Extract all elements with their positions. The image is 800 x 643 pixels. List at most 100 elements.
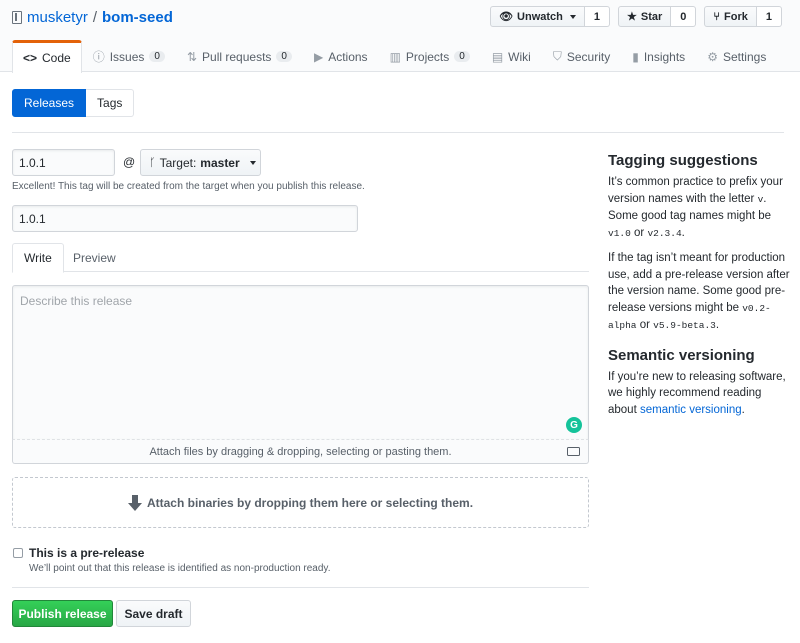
save-draft-button[interactable]: Save draft — [116, 600, 191, 627]
binaries-dropzone[interactable]: Attach binaries by dropping them here or… — [12, 477, 589, 528]
unwatch-button[interactable]: 👁 Unwatch — [490, 6, 585, 27]
markdown-icon[interactable] — [567, 447, 580, 456]
tab-projects-count: 0 — [454, 51, 470, 62]
repo-header: musketyr / bom-seed 👁 Unwatch 1 ★ Star 0… — [0, 0, 800, 73]
tab-projects-label: Projects — [405, 49, 450, 64]
target-branch-button[interactable]: ᚴ Target: master — [140, 149, 261, 176]
repo-tabs: <> Code ⓘ Issues 0 ⇅ Pull requests 0 ▶ A… — [12, 40, 777, 73]
tab-preview[interactable]: Preview — [62, 243, 127, 273]
fork-icon: ⑂ — [713, 10, 721, 23]
subnav-tags[interactable]: Tags — [86, 89, 135, 117]
code-sample: v1.0 — [608, 227, 631, 239]
prerelease-checkbox[interactable] — [13, 548, 23, 558]
tab-security-label: Security — [566, 49, 611, 64]
star-count[interactable]: 0 — [671, 6, 697, 27]
fork-group: ⑂ Fork 1 — [704, 6, 782, 27]
arrow-down-icon — [127, 494, 142, 511]
tab-actions[interactable]: ▶ Actions — [303, 40, 379, 72]
play-icon: ▶ — [313, 49, 324, 64]
tab-actions-label: Actions — [328, 49, 368, 64]
fork-label: Fork — [724, 10, 748, 23]
code-sample: v5.9-beta.3 — [653, 320, 716, 331]
watch-count[interactable]: 1 — [584, 6, 611, 27]
grammarly-icon[interactable]: G — [566, 417, 582, 433]
star-label: Star — [640, 10, 663, 23]
star-button[interactable]: ★ Star — [618, 6, 672, 27]
tab-issues[interactable]: ⓘ Issues 0 — [82, 40, 176, 72]
target-prefix: Target: — [159, 155, 197, 170]
repo-name-link[interactable]: bom-seed — [102, 9, 173, 26]
form-divider — [12, 587, 589, 588]
star-group: ★ Star 0 — [618, 6, 697, 27]
tab-pull-requests[interactable]: ⇅ Pull requests 0 — [176, 40, 303, 72]
graph-icon: ▮ — [632, 49, 639, 64]
semver-paragraph: If you’re new to releasing software, we … — [608, 369, 790, 419]
tag-version-input[interactable] — [12, 149, 115, 176]
release-title-input[interactable] — [12, 205, 358, 232]
code-sample: v2.3.4 — [647, 227, 682, 239]
tab-pull-requests-count: 0 — [276, 51, 292, 62]
chevron-down-icon — [249, 160, 256, 165]
tab-security[interactable]: ⛉ Security — [542, 40, 621, 72]
attach-files-bar[interactable]: Attach files by dragging & dropping, sel… — [12, 440, 589, 464]
release-body-placeholder: Describe this release — [20, 294, 133, 308]
release-body-textarea[interactable]: Describe this release G — [12, 285, 589, 440]
tab-wiki-label: Wiki — [508, 49, 531, 64]
publish-release-button[interactable]: Publish release — [12, 600, 113, 627]
fork-button[interactable]: ⑂ Fork — [704, 6, 757, 27]
prerelease-label[interactable]: This is a pre-release — [29, 546, 144, 560]
tag-hint: Excellent! This tag will be created from… — [12, 181, 365, 192]
branch-icon: ᚴ — [149, 156, 156, 169]
pull-request-icon: ⇅ — [186, 49, 198, 64]
tab-code[interactable]: <> Code — [12, 40, 82, 73]
tab-pull-requests-label: Pull requests — [202, 49, 272, 64]
tagging-paragraph-2: If the tag isn’t meant for production us… — [608, 250, 790, 335]
at-symbol: @ — [123, 155, 136, 169]
help-sidebar: Tagging suggestions It’s common practice… — [608, 152, 790, 426]
star-icon: ★ — [627, 11, 637, 23]
attach-files-text: Attach files by dragging & dropping, sel… — [149, 445, 452, 458]
repo-icon — [12, 10, 22, 24]
chevron-down-icon — [569, 14, 576, 19]
tagging-title: Tagging suggestions — [608, 152, 758, 169]
tab-insights[interactable]: ▮ Insights — [621, 40, 696, 72]
project-icon: ▥ — [389, 49, 401, 64]
tab-settings-label: Settings — [722, 49, 767, 64]
subnav-releases[interactable]: Releases — [12, 89, 87, 117]
watch-group: 👁 Unwatch 1 — [490, 6, 611, 27]
tab-write[interactable]: Write — [12, 243, 64, 273]
tab-wiki[interactable]: ▤ Wiki — [481, 40, 542, 72]
tagging-paragraph-1: It’s common practice to prefix your vers… — [608, 174, 790, 242]
unwatch-label: Unwatch — [517, 10, 563, 23]
eye-icon: 👁 — [499, 11, 514, 23]
tagging-text: or — [630, 226, 648, 239]
target-branch-name: master — [200, 155, 240, 170]
tagging-text: . — [715, 319, 720, 331]
shield-icon: ⛉ — [552, 49, 562, 63]
book-icon: ▤ — [491, 49, 504, 64]
tab-code-label: Code — [42, 51, 71, 65]
repo-actions: 👁 Unwatch 1 ★ Star 0 ⑂ Fork 1 — [490, 6, 782, 27]
editor-tabs: Write Preview — [12, 243, 589, 273]
fork-count[interactable]: 1 — [756, 6, 782, 27]
prerelease-note: We’ll point out that this release is ide… — [29, 563, 331, 574]
releases-subnav: Releases Tags — [12, 89, 135, 117]
tab-settings[interactable]: ⚙ Settings — [696, 40, 777, 72]
code-icon: <> — [23, 51, 38, 65]
semver-title: Semantic versioning — [608, 346, 755, 364]
divider — [12, 132, 784, 133]
repo-owner-link[interactable]: musketyr — [27, 9, 88, 26]
repo-title: musketyr / bom-seed — [12, 7, 173, 27]
issue-icon: ⓘ — [92, 50, 105, 64]
gear-icon: ⚙ — [707, 49, 718, 64]
tab-projects[interactable]: ▥ Projects 0 — [379, 40, 481, 72]
tab-issues-label: Issues — [109, 49, 145, 64]
semver-text: . — [741, 403, 745, 416]
tab-issues-count: 0 — [149, 51, 165, 62]
tagging-text: or — [636, 319, 654, 331]
semver-link[interactable]: semantic versioning — [640, 404, 742, 416]
attach-binaries-text: Attach binaries by dropping them here or… — [146, 495, 474, 510]
tagging-text: . — [681, 226, 685, 239]
tab-insights-label: Insights — [643, 49, 686, 64]
repo-separator: / — [92, 8, 98, 26]
